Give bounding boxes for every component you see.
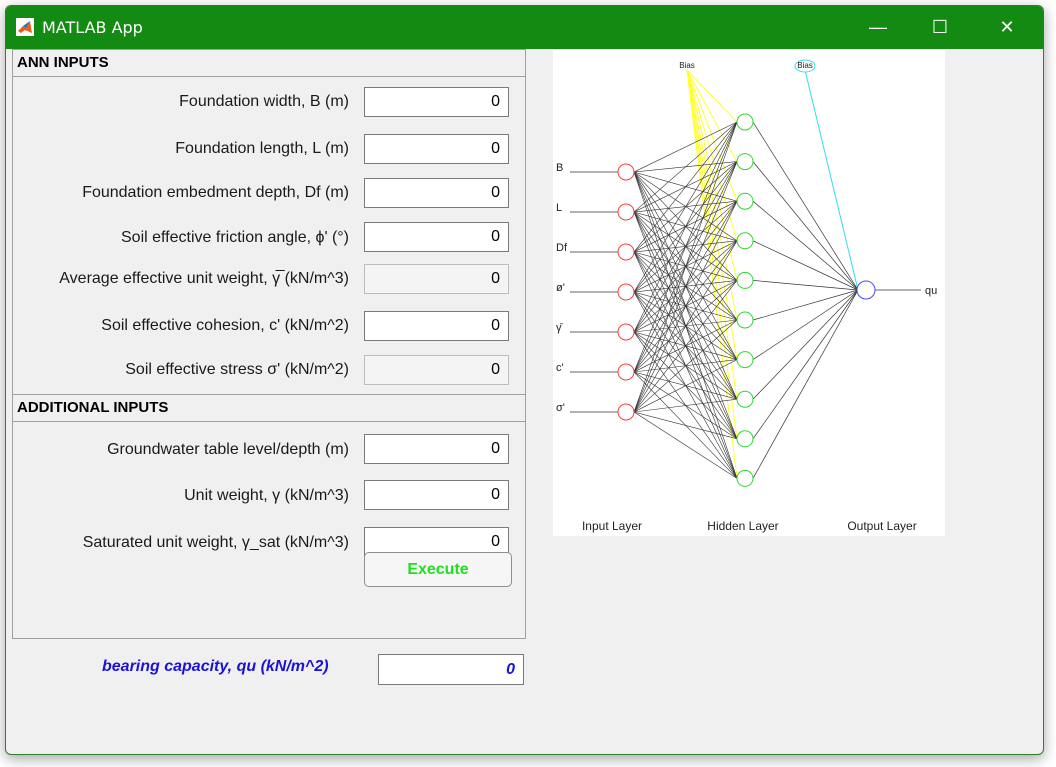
avg-unit-weight-field [364, 264, 509, 294]
input-hidden-edge [633, 161, 738, 413]
foundation-width-label: Foundation width, B (m) [179, 93, 349, 110]
title-bar: MATLAB App — ☐ ✕ [6, 6, 1043, 49]
embedment-depth-field[interactable] [364, 178, 509, 208]
hidden-output-edge [752, 289, 859, 400]
hidden-output-edge [752, 121, 859, 291]
embedment-depth-label: Foundation embedment depth, Df (m) [82, 184, 349, 201]
output-node-label: qu [925, 285, 937, 297]
maximize-button[interactable]: ☐ [917, 6, 963, 49]
app-window: MATLAB App — ☐ ✕ ANN INPUTS ADDITIONAL I… [5, 5, 1044, 755]
groundwater-field[interactable] [364, 434, 509, 464]
hidden-output-edge [752, 289, 859, 321]
ann-inputs-title: ANN INPUTS [13, 50, 525, 77]
hidden-node [736, 153, 754, 171]
hidden-node [736, 113, 754, 131]
cohesion-field[interactable] [364, 311, 509, 341]
bias-hidden-edge [686, 69, 738, 400]
additional-inputs-panel: ADDITIONAL INPUTS [12, 394, 526, 639]
hidden-output-edge [752, 280, 859, 291]
input-node [617, 203, 635, 221]
avg-unit-weight-label: Average effective unit weight, γ̅ (kN/m^… [59, 270, 349, 287]
input-hidden-edge [633, 411, 738, 440]
input-node-label: Df [556, 242, 568, 254]
hidden-node [736, 192, 754, 210]
additional-inputs-title: ADDITIONAL INPUTS [13, 395, 525, 422]
input-node [617, 243, 635, 261]
minimize-icon: — [869, 17, 887, 37]
hidden-output-edge [752, 289, 859, 360]
input-hidden-edge [633, 411, 738, 479]
bias-hidden-label: Bias [679, 61, 695, 70]
cohesion-label: Soil effective cohesion, c' (kN/m^2) [101, 317, 349, 334]
bias-output-label: Bias [797, 61, 813, 70]
input-node [617, 403, 635, 421]
layer-label: Output Layer [847, 519, 916, 533]
foundation-width-field[interactable] [364, 87, 509, 117]
input-node-label: c' [556, 362, 564, 374]
input-hidden-edge [633, 398, 738, 413]
hidden-node [736, 351, 754, 369]
input-node [617, 163, 635, 181]
friction-angle-field[interactable] [364, 222, 509, 252]
saturated-unit-weight-label: Saturated unit weight, γ_sat (kN/m^3) [82, 534, 349, 551]
hidden-node [736, 232, 754, 250]
input-node-label: γ̄ [556, 322, 564, 334]
unit-weight-field[interactable] [364, 480, 509, 510]
bearing-capacity-label: bearing capacity, qu (kN/m^2) [102, 658, 329, 675]
execute-button[interactable]: Execute [364, 552, 512, 587]
hidden-node [736, 430, 754, 448]
input-node-label: B [556, 162, 563, 174]
input-hidden-edge [633, 121, 738, 373]
output-node [856, 280, 876, 300]
unit-weight-label: Unit weight, γ (kN/m^3) [184, 487, 349, 504]
foundation-length-label: Foundation length, L (m) [175, 140, 349, 157]
maximize-icon: ☐ [931, 17, 949, 37]
minimize-button[interactable]: — [855, 6, 901, 49]
input-node [617, 363, 635, 381]
input-node-label: L [556, 202, 562, 214]
hidden-output-edge [752, 289, 859, 479]
layer-label: Hidden Layer [707, 519, 778, 533]
ann-diagram: B L Df ø' γ̄ c' σ' Bias Bias qu Input Layer Hidden … [553, 50, 945, 536]
bias-hidden-edge [686, 69, 738, 202]
effective-stress-field [364, 355, 509, 385]
close-button[interactable]: ✕ [984, 6, 1030, 49]
effective-stress-label: Soil effective stress σ' (kN/m^2) [125, 361, 349, 378]
input-node [617, 323, 635, 341]
hidden-node [736, 390, 754, 408]
input-node-label: ø' [556, 282, 565, 294]
foundation-length-field[interactable] [364, 134, 509, 164]
input-node-label: σ' [556, 402, 565, 414]
layer-label: Input Layer [582, 519, 642, 533]
friction-angle-label: Soil effective friction angle, ϕ' (°) [121, 229, 349, 246]
window-title: MATLAB App [42, 18, 143, 37]
hidden-node [736, 271, 754, 289]
hidden-node [736, 469, 754, 487]
matlab-logo-icon [16, 18, 34, 36]
hidden-output-edge [752, 200, 859, 291]
input-node [617, 283, 635, 301]
bearing-capacity-output: 0 [378, 654, 524, 685]
ann-diagram-svg: B L Df ø' γ̄ c' σ' Bias Bias qu Input Layer Hidden … [556, 59, 937, 533]
bias-output-edge [804, 69, 859, 291]
hidden-output-edge [752, 289, 859, 440]
close-icon: ✕ [999, 17, 1015, 37]
groundwater-label: Groundwater table level/depth (m) [107, 441, 349, 458]
hidden-node [736, 311, 754, 329]
